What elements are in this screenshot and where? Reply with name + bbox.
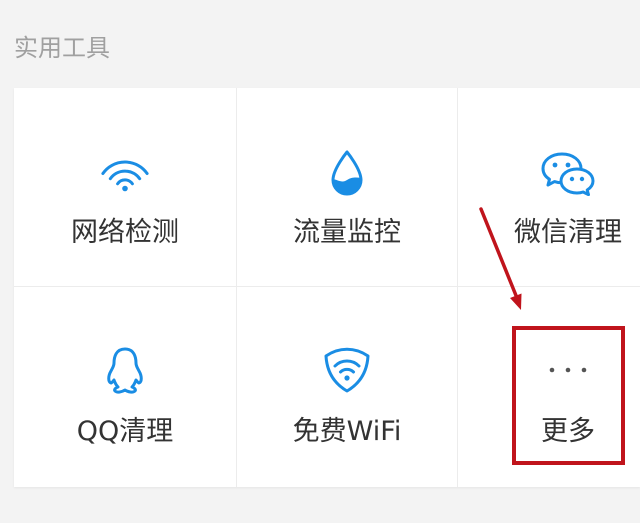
tool-label: 微信清理 (514, 217, 622, 248)
water-drop-icon (327, 148, 367, 198)
section-title: 实用工具 (14, 34, 110, 62)
wifi-icon (99, 153, 151, 193)
shield-wifi-icon (322, 346, 372, 394)
tool-label: QQ清理 (76, 416, 174, 447)
tool-label: 网络检测 (71, 217, 179, 248)
tool-free-wifi[interactable]: 免费WiFi (237, 287, 458, 487)
more-dots-icon (548, 366, 588, 374)
tool-more[interactable]: 更多 (458, 287, 640, 487)
tools-grid: 网络检测 流量监控 微信清理 QQ清理 免费WiFi 更多 (14, 88, 640, 487)
qq-penguin-icon (105, 345, 145, 395)
tools-page: 实用工具 网络检测 流量监控 微信清理 QQ清理 免费WiFi 更多 (0, 0, 640, 523)
tool-qq-clean[interactable]: QQ清理 (14, 287, 237, 487)
tool-label: 流量监控 (293, 217, 401, 248)
tool-label: 更多 (541, 416, 595, 447)
tool-wechat-clean[interactable]: 微信清理 (458, 88, 640, 287)
tool-label: 免费WiFi (292, 416, 402, 447)
wechat-icon (540, 150, 596, 197)
tool-traffic-monitor[interactable]: 流量监控 (237, 88, 458, 287)
tool-network-check[interactable]: 网络检测 (14, 88, 237, 287)
